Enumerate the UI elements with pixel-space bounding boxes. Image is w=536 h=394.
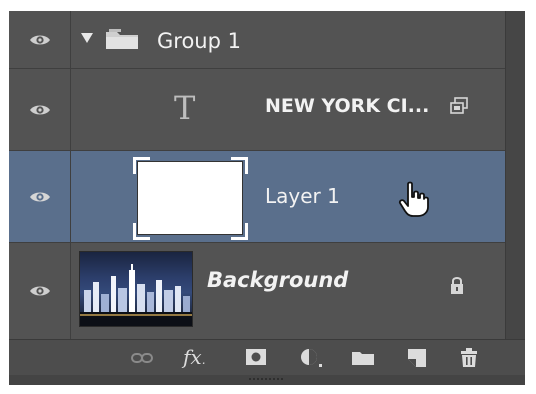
layer-row-background[interactable]: Background (9, 243, 505, 339)
layer-row-layer-1[interactable]: Layer 1 (9, 151, 505, 243)
eye-icon (30, 105, 50, 114)
trash-icon[interactable] (459, 348, 479, 368)
layer-row-text[interactable]: T NEW YORK CI... (9, 69, 505, 151)
layer-row-group[interactable]: Group 1 (9, 11, 505, 69)
layer-name: Layer 1 (265, 184, 340, 208)
smart-object-badge-icon (450, 97, 468, 114)
layer-name: Group 1 (157, 29, 241, 53)
layer-name: Background (207, 268, 349, 292)
mask-icon[interactable] (245, 348, 267, 366)
eye-icon (30, 286, 50, 296)
eye-icon (30, 192, 50, 201)
link-icon[interactable] (131, 352, 153, 364)
folder-icon[interactable] (351, 350, 375, 366)
city-skyline-image (80, 264, 192, 326)
thumbnail-corner (133, 223, 150, 240)
folder-icon (106, 29, 138, 49)
layer-name: NEW YORK CI... (265, 95, 430, 117)
hand-cursor-icon (398, 181, 429, 217)
visibility-toggle[interactable] (9, 11, 71, 68)
new-layer-icon[interactable] (407, 348, 427, 368)
visibility-toggle[interactable] (9, 243, 71, 339)
thumbnail-corner (231, 157, 248, 174)
thumbnail-corner (133, 157, 150, 174)
visibility-toggle[interactable] (9, 69, 71, 150)
layers-panel: Group 1 T NEW YORK CI... Layer 1 Backgro… (9, 11, 525, 385)
fx-label: fx (183, 345, 202, 369)
resize-grip[interactable] (9, 375, 525, 385)
thumbnail-corner (231, 223, 248, 240)
layers-toolbar: fx. (9, 339, 525, 376)
adjustment-icon[interactable] (299, 348, 325, 368)
text-layer-icon: T (174, 89, 196, 127)
disclosure-triangle-icon[interactable] (81, 33, 93, 44)
visibility-toggle[interactable] (9, 151, 71, 242)
grip-dots-icon (249, 378, 283, 380)
eye-icon (30, 35, 50, 44)
lock-icon[interactable] (449, 275, 465, 295)
scrollbar-track[interactable] (505, 11, 525, 339)
background-thumbnail[interactable] (79, 251, 193, 327)
layers-list: Group 1 T NEW YORK CI... Layer 1 Backgro… (9, 11, 505, 339)
fx-icon[interactable]: fx. (183, 345, 206, 369)
layer-thumbnail[interactable] (137, 161, 243, 235)
